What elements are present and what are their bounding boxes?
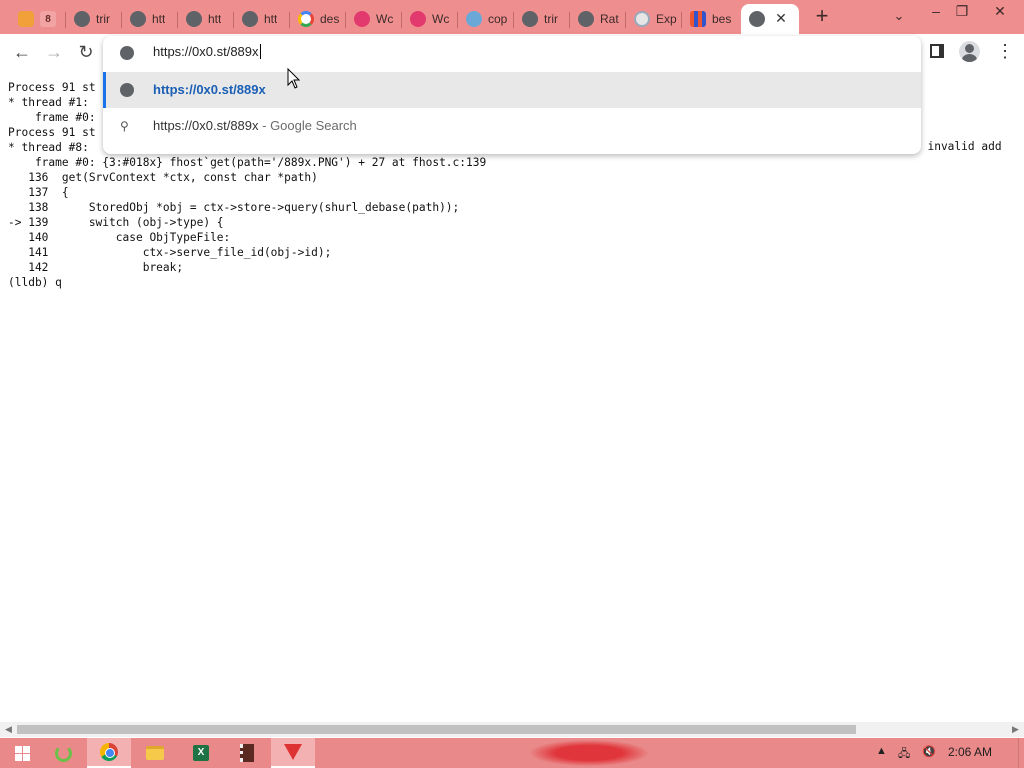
tomato-icon: 8 [40,11,56,27]
folder-icon [146,746,164,760]
tab-5[interactable]: des [290,4,346,34]
kebab-menu-icon[interactable]: ⋮ [996,42,1014,62]
tab-3[interactable]: htt [178,4,234,34]
globe-icon [120,83,134,97]
tab-active[interactable] [741,4,799,34]
tray-expand-icon[interactable]: ▲ [876,745,887,757]
globe-icon [242,11,258,27]
scrollbar-thumb[interactable] [17,725,856,734]
terminal-line: 142 break; [8,261,184,274]
taskbar-app-video[interactable] [225,738,269,768]
address-bar[interactable]: https://0x0.st/889x [103,36,921,69]
tab-6[interactable]: Wc [346,4,402,34]
pink-flower-icon [410,11,426,27]
terminal-output: Process 91 st * thread #1: frame #0: Pro… [8,80,1024,720]
terminal-line: frame #0: {3:#018x} fhost`get(path='/889… [8,156,487,169]
tab-7[interactable]: Wc [402,4,458,34]
show-desktop-button[interactable] [1018,738,1024,768]
network-icon[interactable]: 🖧 [898,745,910,764]
tab-10[interactable]: Rat [570,4,626,34]
redacted-region [530,740,648,766]
globe-icon [120,46,134,60]
scroll-left-icon[interactable]: ◀ [1,722,16,737]
terminal-clipped-text: = invalid add [914,140,1002,153]
chevron-down-icon[interactable]: ⌄ [889,8,909,26]
globe-icon [130,11,146,27]
taskbar: X ▲ 🖧 🔇 2:06 AM [0,738,1024,768]
tab-4[interactable]: htt [234,4,290,34]
tab-8[interactable]: cop [458,4,514,34]
volume-muted-icon[interactable]: 🔇 [922,745,936,758]
globe-icon [578,11,594,27]
globe-icon [522,11,538,27]
tab-9[interactable]: trir [514,4,570,34]
globe-icon [186,11,202,27]
terminal-line: 140 case ObjTypeFile: [8,231,231,244]
terminal-line: 138 StoredObj *obj = ctx->store->query(s… [8,201,460,214]
suggestion-url[interactable]: https://0x0.st/889x [103,72,921,108]
swirl-icon [634,11,650,27]
taskbar-app-chrome[interactable] [87,738,131,768]
profile-icon[interactable] [959,41,980,62]
reload-icon[interactable]: ↻ [74,40,98,64]
film-icon [240,744,254,762]
terminal-line: (lldb) q [8,276,62,289]
orange-face-icon [18,11,34,27]
terminal-line: 141 ctx->serve_file_id(obj->id); [8,246,332,259]
scroll-right-icon[interactable]: ▶ [1008,722,1023,737]
globe-icon [74,11,90,27]
back-icon[interactable]: ← [10,40,34,64]
grid-icon [690,11,706,27]
terminal-line: 136 get(SrvContext *ctx, const char *pat… [8,171,318,184]
globe-icon [749,11,765,27]
suggestion-search[interactable]: ⚲ https://0x0.st/889x - Google Search [103,108,921,144]
restore-icon[interactable]: ❐ [946,0,978,24]
forward-icon[interactable]: → [42,40,66,64]
red-tool-icon [284,744,302,760]
side-panel-icon[interactable] [930,44,944,58]
excel-icon: X [193,745,209,761]
close-tab-icon[interactable]: ✕ [773,10,789,26]
taskbar-app-excel[interactable]: X [179,738,223,768]
tab-12[interactable]: bes [682,4,738,34]
horizontal-scrollbar[interactable]: ◀ ▶ [0,722,1024,737]
start-button[interactable] [0,738,44,768]
address-input[interactable]: https://0x0.st/889x [153,44,261,59]
windows-icon [14,745,30,761]
google-icon [298,11,314,27]
taskbar-app-explorer[interactable] [133,738,177,768]
taskbar-clock[interactable]: 2:06 AM [948,745,992,759]
search-icon: ⚲ [120,119,129,133]
dashboard-icon [466,11,482,27]
taskbar-app-refresh[interactable] [41,738,85,768]
tab-strip: 8 trir htt htt htt des Wc Wc cop trir Ra… [0,0,1024,34]
tab-11[interactable]: Exp [626,4,682,34]
mouse-cursor-icon [287,68,301,89]
tab-1[interactable]: trir [66,4,122,34]
terminal-line: -> 139 switch (obj->type) { [8,216,224,229]
terminal-line: 137 { [8,186,69,199]
new-tab-button[interactable]: + [811,5,833,28]
tab-2[interactable]: htt [122,4,178,34]
chrome-icon [100,743,118,761]
omnibox-popup: https://0x0.st/889x https://0x0.st/889x … [103,36,921,154]
taskbar-app-tool[interactable] [271,738,315,768]
refresh-app-icon [54,744,72,762]
pink-flower-icon [354,11,370,27]
close-window-icon[interactable]: ✕ [984,0,1016,24]
tab-pinned[interactable]: 8 [10,4,66,34]
